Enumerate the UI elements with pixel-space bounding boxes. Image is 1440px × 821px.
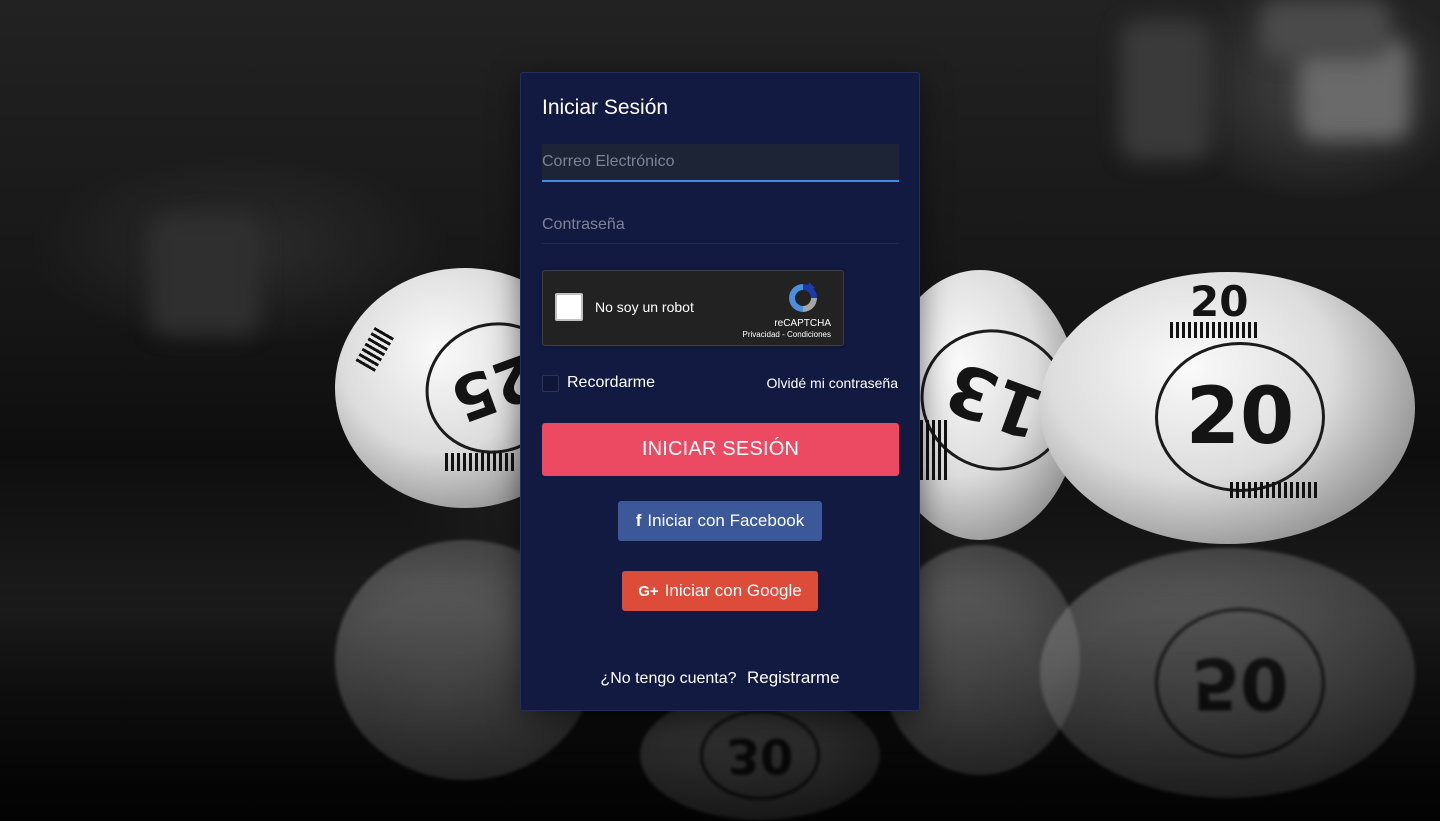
ball-number-top: 20 xyxy=(1190,277,1249,326)
ball-barcode xyxy=(1230,482,1320,498)
remember-checkbox[interactable] xyxy=(542,375,559,392)
email-input[interactable] xyxy=(542,144,899,182)
login-card: Iniciar Sesión No soy un robot reCAPTCHA… xyxy=(520,72,920,711)
google-login-button[interactable]: G+ Iniciar con Google xyxy=(622,571,818,611)
background-blur-shape xyxy=(1260,0,1390,60)
facebook-login-button[interactable]: f Iniciar con Facebook xyxy=(618,501,822,541)
facebook-login-label: Iniciar con Facebook xyxy=(647,511,805,530)
background-blur-shape xyxy=(1120,20,1210,160)
ball-number: 20 xyxy=(1155,342,1325,492)
background-blur-shape xyxy=(150,215,260,335)
login-title: Iniciar Sesión xyxy=(542,96,669,119)
ball-barcode xyxy=(1170,322,1260,338)
bingo-ball: 20 20 xyxy=(1040,272,1415,544)
forgot-password-link[interactable]: Olvidé mi contraseña xyxy=(766,375,898,391)
ball-barcode xyxy=(920,420,950,480)
recaptcha-label: No soy un robot xyxy=(595,299,694,315)
password-input[interactable] xyxy=(542,206,899,244)
no-account-text: ¿No tengo cuenta? xyxy=(600,670,737,687)
recaptcha-checkbox[interactable] xyxy=(555,293,583,321)
google-plus-icon: G+ xyxy=(638,582,659,600)
remember-label[interactable]: Recordarme xyxy=(567,374,655,392)
facebook-icon: f xyxy=(635,511,642,530)
recaptcha-links[interactable]: Privacidad - Condiciones xyxy=(743,330,832,339)
ball-barcode xyxy=(355,326,395,372)
signup-row: ¿No tengo cuenta? Registrarme xyxy=(521,668,919,688)
recaptcha-logo-icon xyxy=(789,282,817,312)
recaptcha-brand: reCAPTCHA xyxy=(774,318,831,329)
ball-barcode xyxy=(445,453,515,471)
recaptcha-widget: No soy un robot reCAPTCHA Privacidad - C… xyxy=(542,270,844,346)
google-login-label: Iniciar con Google xyxy=(664,581,802,600)
register-link[interactable]: Registrarme xyxy=(747,668,840,687)
login-submit-button[interactable]: INICIAR SESIÓN xyxy=(542,423,899,476)
